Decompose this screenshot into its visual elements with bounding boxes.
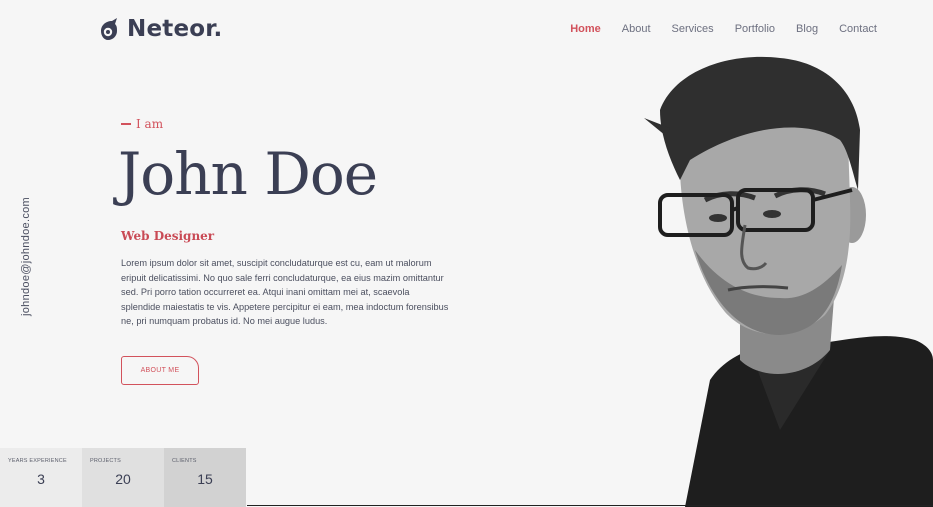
hero-bio: Lorem ipsum dolor sit amet, suscipit con… (121, 258, 449, 326)
stat-value: 3 (37, 471, 45, 487)
hero-role: Web Designer (121, 229, 215, 243)
intro-label: I am (121, 117, 163, 131)
nav-contact[interactable]: Contact (839, 23, 877, 35)
email-link[interactable]: johndoe@johndoe.com (20, 197, 32, 316)
about-me-button[interactable]: ABOUT ME (121, 356, 199, 385)
nav-portfolio[interactable]: Portfolio (735, 23, 775, 35)
stat-value: 20 (115, 471, 131, 487)
comet-icon (101, 18, 117, 40)
stat-clients: CLIENTS 15 (164, 448, 246, 507)
stat-label: YEARS EXPERIENCE (8, 458, 67, 464)
stat-value: 15 (197, 471, 213, 487)
main-nav: Home About Services Portfolio Blog Conta… (570, 23, 877, 35)
portrait-image (644, 56, 933, 507)
stats-bar: YEARS EXPERIENCE 3 PROJECTS 20 CLIENTS 1… (0, 448, 246, 507)
stat-label: CLIENTS (172, 458, 197, 464)
stat-projects: PROJECTS 20 (82, 448, 164, 507)
nav-home[interactable]: Home (570, 23, 601, 35)
hero-name: John Doe (118, 140, 378, 208)
nav-blog[interactable]: Blog (796, 23, 818, 35)
bottom-divider (247, 505, 933, 506)
nav-about[interactable]: About (622, 23, 651, 35)
side-email: johndoe@johndoe.com (20, 197, 36, 318)
nav-services[interactable]: Services (672, 23, 714, 35)
stat-years-experience: YEARS EXPERIENCE 3 (0, 448, 82, 507)
stat-label: PROJECTS (90, 458, 121, 464)
brand-name: Neteor. (127, 16, 223, 42)
logo[interactable]: Neteor. (95, 16, 222, 42)
intro-text: I am (136, 117, 164, 131)
intro-dash (121, 123, 131, 125)
